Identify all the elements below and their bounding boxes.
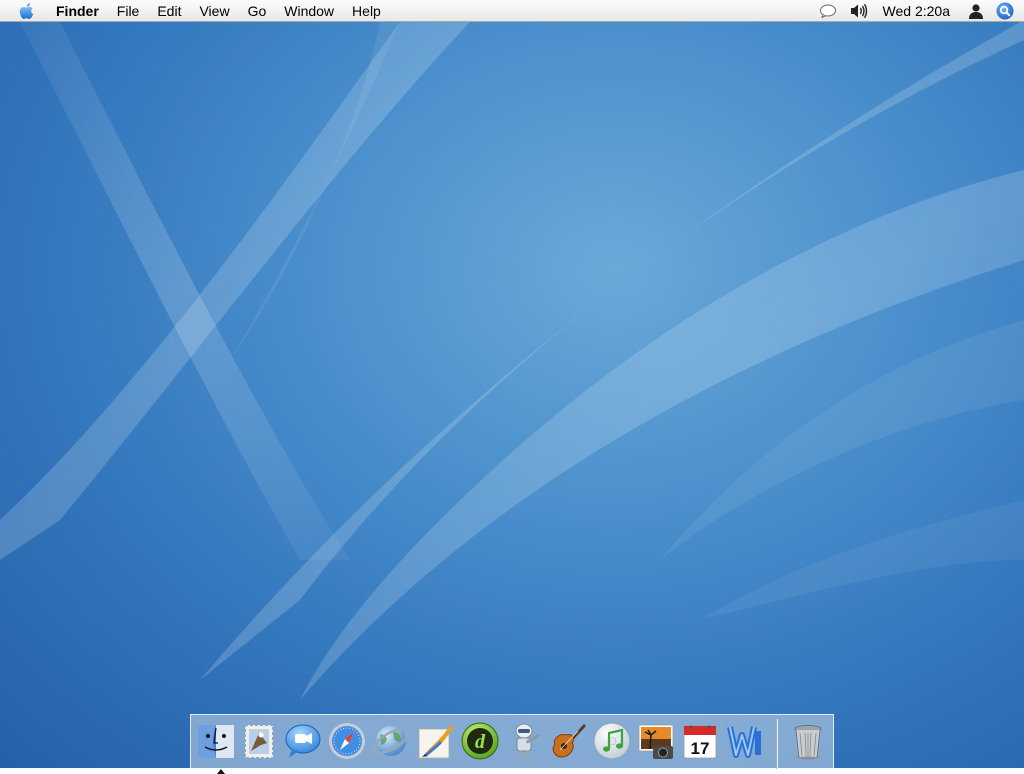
- menu-window[interactable]: Window: [275, 0, 343, 22]
- ical-date-label: 17: [691, 739, 710, 758]
- menu-view[interactable]: View: [190, 0, 238, 22]
- wallpaper: [0, 20, 1024, 700]
- paintbrush-icon: [418, 725, 453, 759]
- dock-item-painter[interactable]: [416, 721, 456, 761]
- menu-help[interactable]: Help: [343, 0, 390, 22]
- svg-text:d: d: [475, 731, 486, 753]
- automator-icon: [515, 723, 540, 759]
- spotlight-icon[interactable]: [996, 2, 1014, 20]
- dock-item-mail[interactable]: [239, 721, 279, 761]
- word-icon: [727, 726, 761, 758]
- dock: d 17: [190, 714, 834, 774]
- mail-icon: [244, 724, 274, 759]
- finder-icon: [198, 725, 234, 758]
- dock-item-dreamweaver[interactable]: d: [460, 721, 500, 761]
- iphoto-icon: [638, 724, 674, 759]
- volume-icon[interactable]: [849, 3, 869, 19]
- trash-icon: [794, 725, 822, 760]
- dreamweaver-icon: d: [461, 722, 499, 760]
- menu-file[interactable]: File: [108, 0, 149, 22]
- dock-item-automator[interactable]: [504, 721, 544, 761]
- dock-item-finder[interactable]: [196, 721, 236, 774]
- running-indicator: [217, 769, 225, 774]
- user-icon[interactable]: [968, 3, 984, 19]
- guitar-icon: [552, 724, 586, 758]
- menu-go[interactable]: Go: [239, 0, 276, 22]
- menu-edit[interactable]: Edit: [148, 0, 190, 22]
- desktop[interactable]: [0, 0, 1024, 768]
- dock-item-trash[interactable]: [788, 721, 828, 761]
- speech-bubble-icon[interactable]: [819, 4, 837, 18]
- dock-item-itunes[interactable]: [592, 721, 632, 761]
- menu-app-finder[interactable]: Finder: [52, 0, 108, 22]
- apple-icon[interactable]: [18, 2, 36, 20]
- itunes-icon: [593, 722, 631, 760]
- dock-item-word[interactable]: [724, 721, 764, 761]
- ichat-icon: [285, 724, 321, 758]
- dock-separator: [776, 719, 778, 769]
- menubar-clock[interactable]: Wed 2:20a: [883, 3, 950, 19]
- dock-item-internet-explorer[interactable]: [371, 721, 411, 761]
- dock-item-ical[interactable]: 17: [680, 721, 720, 761]
- globe-icon: [372, 726, 410, 756]
- dock-item-ichat[interactable]: [283, 721, 323, 761]
- ical-icon: 17: [683, 725, 717, 759]
- dock-item-safari[interactable]: [327, 721, 367, 761]
- menu-bar: Finder File Edit View Go Window Help Wed…: [0, 0, 1024, 22]
- dock-item-garageband[interactable]: [548, 721, 588, 761]
- safari-icon: [329, 723, 365, 759]
- dock-item-iphoto[interactable]: [636, 721, 676, 761]
